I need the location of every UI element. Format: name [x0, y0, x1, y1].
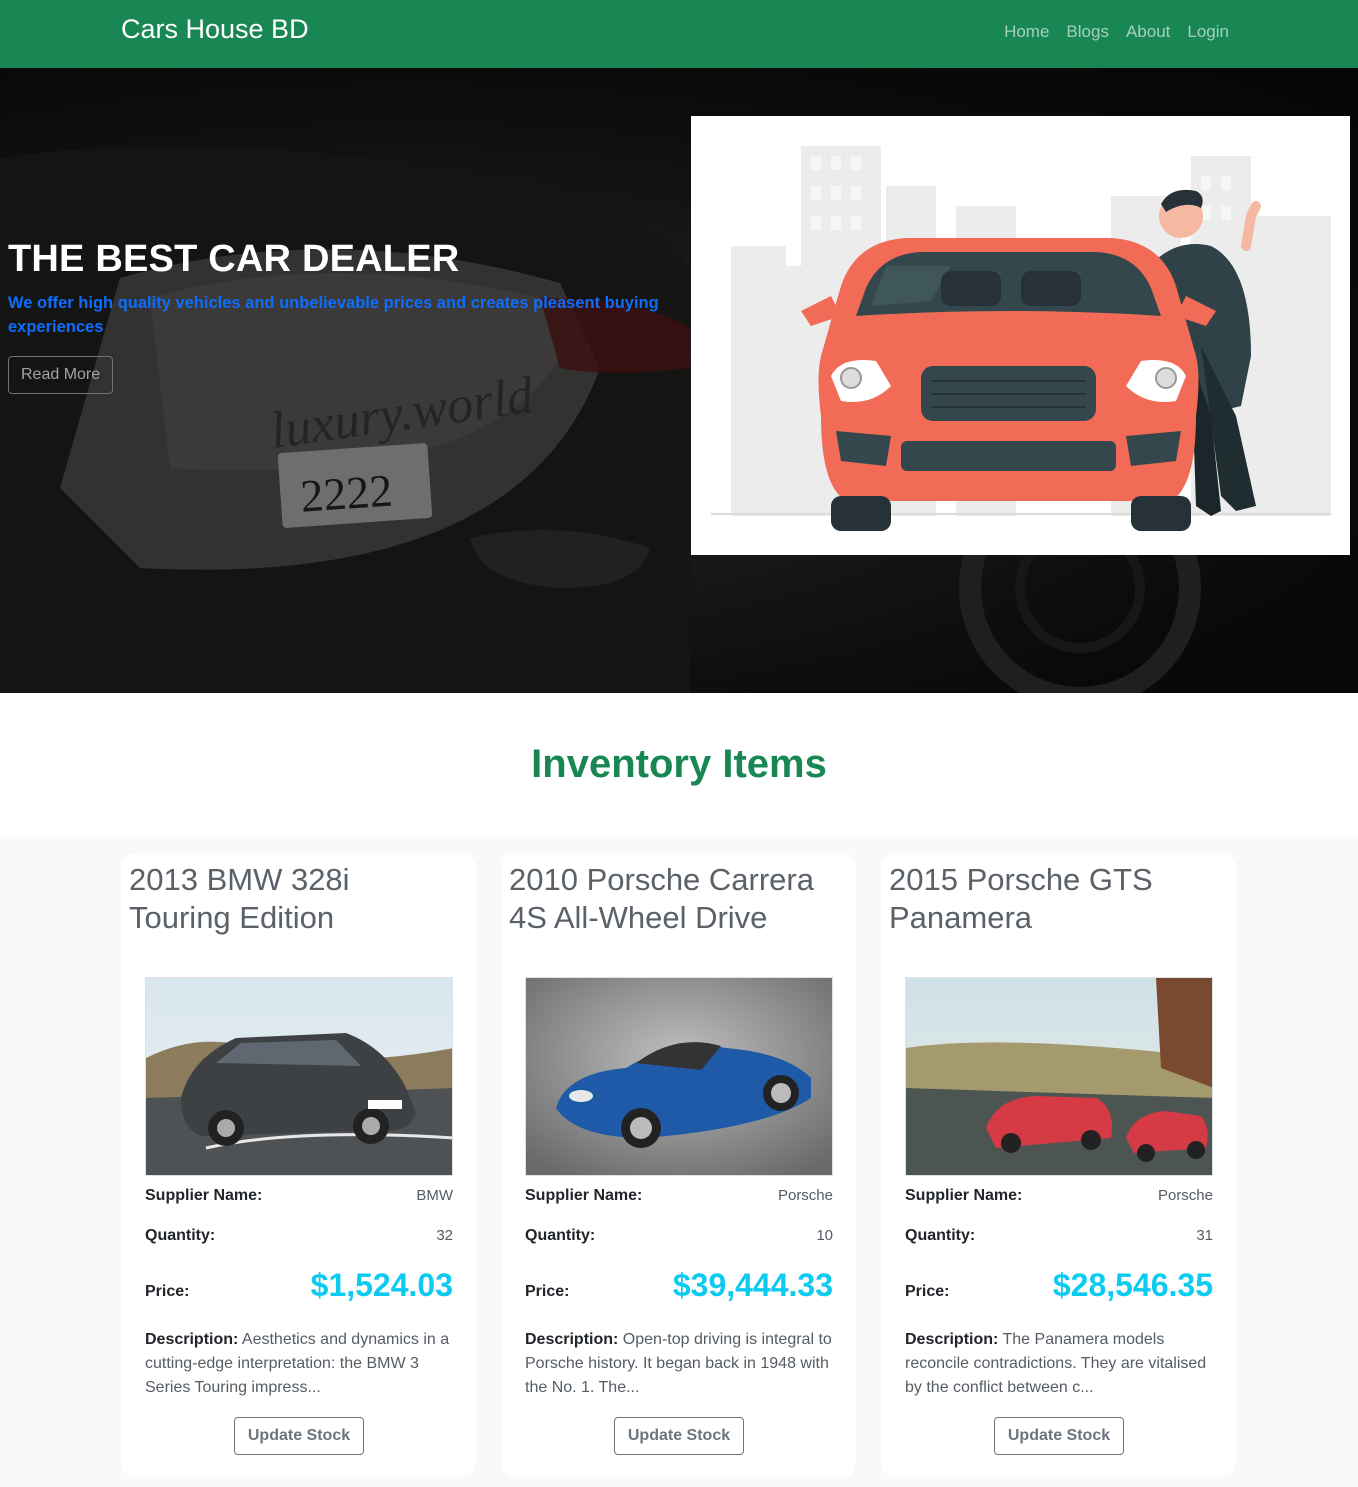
supplier-value: BMW [416, 1187, 453, 1204]
price-label: Price: [905, 1283, 950, 1300]
description-label: Description: [145, 1331, 239, 1348]
supplier-row: Supplier Name: BMW [145, 1187, 453, 1205]
inventory-section-title: Inventory Items [531, 742, 827, 786]
car-image-bmw [145, 977, 453, 1176]
price-value: $1,524.03 [310, 1267, 453, 1303]
supplier-value: Porsche [777, 1187, 833, 1204]
quantity-row: Quantity: 32 [145, 1227, 453, 1245]
supplier-row: Supplier Name: Porsche [905, 1187, 1213, 1205]
update-stock-button[interactable]: Update Stock [994, 1417, 1124, 1455]
nav-link-home[interactable]: Home [1004, 22, 1049, 42]
card-description: Description: Aesthetics and dynamics in … [145, 1328, 453, 1400]
navbar: Cars House BD Home Blogs About Login [0, 0, 1358, 68]
price-value: $39,444.33 [672, 1267, 833, 1303]
car-image-porsche-panamera [905, 977, 1213, 1176]
nav-link-about[interactable]: About [1126, 22, 1170, 42]
quantity-row: Quantity: 10 [525, 1227, 833, 1245]
inventory-card: 2015 Porsche GTS Panamera Supplier Name:… [881, 853, 1236, 1477]
nav-link-login[interactable]: Login [1187, 22, 1229, 42]
update-stock-button[interactable]: Update Stock [234, 1417, 364, 1455]
hero-title: THE BEST CAR DEALER [8, 238, 460, 280]
hero-illustration [691, 116, 1350, 555]
read-more-button[interactable]: Read More [8, 356, 114, 394]
car-dealer-illustration [711, 146, 1331, 531]
supplier-row: Supplier Name: Porsche [525, 1187, 833, 1205]
car-image-porsche-carrera [525, 977, 833, 1176]
hero-text-block: THE BEST CAR DEALER We offer high qualit… [8, 238, 668, 394]
quantity-value: 10 [816, 1227, 833, 1244]
nav-links: Home Blogs About Login [1004, 22, 1229, 42]
quantity-label: Quantity: [145, 1227, 216, 1244]
supplier-label: Supplier Name: [905, 1187, 1023, 1204]
description-label: Description: [525, 1331, 619, 1348]
quantity-value: 32 [436, 1227, 453, 1244]
brand-logo[interactable]: Cars House BD [121, 14, 309, 45]
price-row: Price: $28,546.35 [905, 1267, 1213, 1304]
description-label: Description: [905, 1331, 999, 1348]
price-row: Price: $1,524.03 [145, 1267, 453, 1304]
price-label: Price: [145, 1283, 190, 1300]
inventory-card: 2013 BMW 328i Touring Edition Supplier N… [121, 853, 476, 1477]
card-description: Description: Open-top driving is integra… [525, 1328, 833, 1400]
nav-link-blogs[interactable]: Blogs [1066, 22, 1109, 42]
price-row: Price: $39,444.33 [525, 1267, 833, 1304]
supplier-label: Supplier Name: [525, 1187, 643, 1204]
hero-banner: 2222 luxury.world THE BEST CAR DEALER We… [0, 68, 1358, 693]
quantity-value: 31 [1196, 1227, 1213, 1244]
quantity-label: Quantity: [905, 1227, 976, 1244]
card-title: 2013 BMW 328i Touring Edition [129, 862, 350, 935]
card-title: 2015 Porsche GTS Panamera [889, 862, 1153, 935]
card-description: Description: The Panamera models reconci… [905, 1328, 1213, 1400]
card-title: 2010 Porsche Carrera 4S All-Wheel Drive [509, 862, 814, 935]
hero-subtitle: We offer high quality vehicles and unbel… [8, 294, 659, 336]
supplier-value: Porsche [1157, 1187, 1213, 1204]
inventory-card: 2010 Porsche Carrera 4S All-Wheel Drive … [501, 853, 856, 1477]
price-label: Price: [525, 1283, 570, 1300]
quantity-row: Quantity: 31 [905, 1227, 1213, 1245]
supplier-label: Supplier Name: [145, 1187, 263, 1204]
update-stock-button[interactable]: Update Stock [614, 1417, 744, 1455]
price-value: $28,546.35 [1052, 1267, 1213, 1303]
quantity-label: Quantity: [525, 1227, 596, 1244]
